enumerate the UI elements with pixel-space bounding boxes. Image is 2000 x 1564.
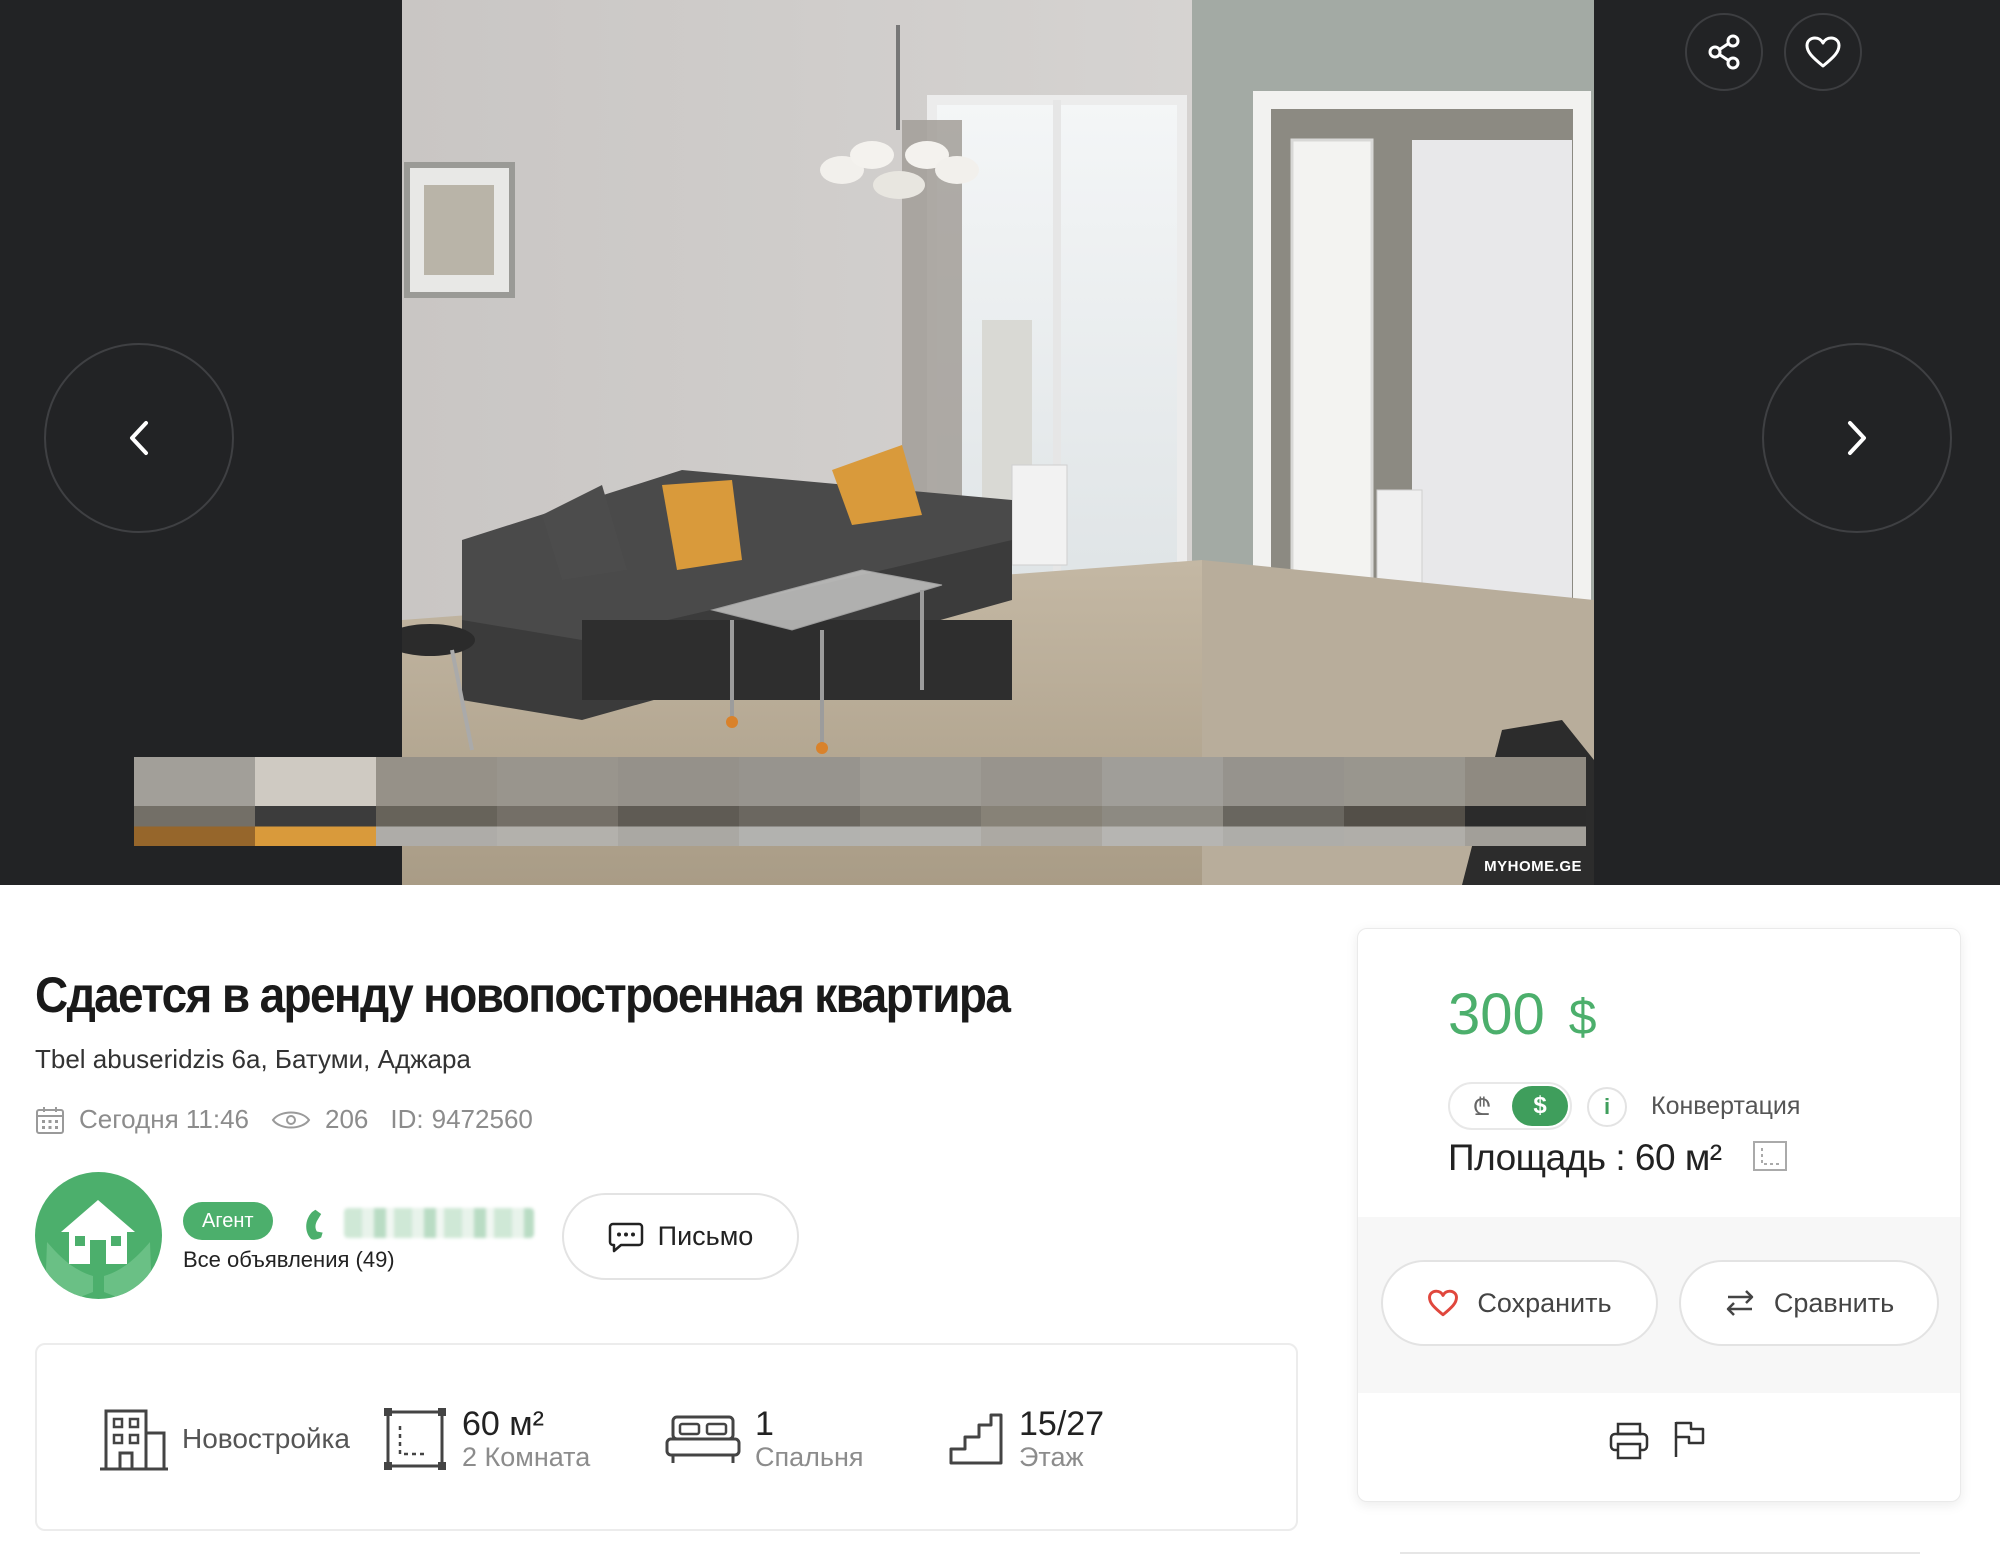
photo-gallery: MYHOME.GE: [0, 0, 2000, 885]
listing-id: ID: 9472560: [390, 1104, 532, 1135]
listing-title: Сдается в аренду новопостроенная квартир…: [35, 967, 1011, 1023]
price: 300 $: [1448, 981, 1597, 1048]
heart-outline-icon: [1428, 1289, 1459, 1317]
compare-arrows-icon: [1726, 1290, 1754, 1316]
price-value: 300: [1448, 982, 1545, 1047]
flag-icon: [1674, 1421, 1705, 1457]
features-box: Новостройка 60 м² 2 Комната 1 Спальня 15…: [35, 1343, 1298, 1531]
currency-gel-option[interactable]: ₾: [1454, 1086, 1510, 1126]
thumbnail-8[interactable]: [981, 757, 1102, 846]
all-ads-link[interactable]: Все объявления (49): [183, 1247, 395, 1273]
listing-meta: Сегодня 11:46 206 ID: 9472560: [35, 1104, 555, 1135]
print-button[interactable]: [1608, 1421, 1650, 1466]
thumbnail-strip: [134, 757, 1588, 846]
compare-button-label: Сравнить: [1773, 1287, 1895, 1318]
conversion-label: Конвертация: [1651, 1092, 1801, 1120]
thumbnail-10[interactable]: [1223, 757, 1344, 846]
area-value: 60 м²: [462, 1405, 544, 1443]
building-type-label: Новостройка: [182, 1423, 350, 1454]
info-icon[interactable]: i: [1587, 1087, 1627, 1127]
agent-badge: Агент: [183, 1202, 273, 1240]
thumbnail-11[interactable]: [1344, 757, 1465, 846]
share-icon: [1708, 34, 1740, 70]
chevron-left-icon: [130, 421, 148, 455]
thumbnail-2[interactable]: [255, 757, 376, 846]
compare-button[interactable]: Сравнить: [1679, 1260, 1939, 1346]
thumbnail-12[interactable]: [1465, 757, 1586, 846]
previous-photo-button[interactable]: [44, 343, 234, 533]
share-button[interactable]: [1685, 13, 1763, 91]
chevron-right-icon: [1848, 421, 1866, 455]
date-text: Сегодня 11:46: [79, 1104, 250, 1134]
floor-value: 15/27: [1019, 1405, 1105, 1443]
floor-label: Этаж: [1019, 1442, 1084, 1472]
stairs-icon: [949, 1413, 1003, 1465]
feature-bedrooms: 1 Спальня: [665, 1345, 864, 1533]
floor-plan-icon: [384, 1408, 446, 1470]
save-button[interactable]: Сохранить: [1381, 1260, 1658, 1346]
feature-building-type: Новостройка: [100, 1345, 350, 1533]
chat-bubble-icon: [608, 1222, 643, 1252]
agent-phone[interactable]: [300, 1206, 534, 1240]
save-button-label: Сохранить: [1477, 1287, 1612, 1318]
currency-usd-option[interactable]: $: [1512, 1086, 1568, 1126]
listing-views: 206: [271, 1104, 368, 1135]
phone-number-hidden[interactable]: [344, 1208, 534, 1238]
listing-date: Сегодня 11:46: [35, 1104, 249, 1135]
id-value: 9472560: [431, 1104, 533, 1134]
eye-icon: [271, 1111, 311, 1128]
main-photo[interactable]: MYHOME.GE: [402, 0, 1594, 885]
feature-floor: 15/27 Этаж: [949, 1345, 1104, 1533]
next-photo-button[interactable]: [1762, 343, 1952, 533]
letter-button[interactable]: Письмо: [562, 1193, 799, 1280]
thumbnail-7[interactable]: [860, 757, 981, 846]
heart-icon: [1805, 36, 1841, 68]
letter-button-label: Письмо: [657, 1221, 754, 1251]
thumbnail-3[interactable]: [376, 757, 497, 846]
house-hands-logo-icon: [45, 1200, 152, 1299]
price-card: 300 $ ₾ $ i Конвертация Площадь : 60 м² …: [1357, 928, 1961, 1502]
area-summary: Площадь : 60 м²: [1448, 1137, 1790, 1179]
thumbnail-4[interactable]: [497, 757, 618, 846]
thumbnail-9[interactable]: [1102, 757, 1223, 846]
bedrooms-label: Спальня: [755, 1442, 864, 1472]
currency-toggle: ₾ $: [1448, 1082, 1572, 1130]
calendar-icon: [36, 1106, 64, 1134]
report-button[interactable]: [1671, 1419, 1707, 1464]
phone-icon: [306, 1209, 323, 1240]
views-count: 206: [325, 1104, 369, 1134]
agent-avatar[interactable]: [35, 1172, 162, 1299]
floor-plan-small-icon: [1752, 1141, 1787, 1171]
thumbnail-6[interactable]: [739, 757, 860, 846]
divider: [1400, 1552, 1920, 1554]
building-icon: [100, 1409, 168, 1471]
id-label: ID:: [390, 1104, 424, 1134]
listing-address: Tbel abuseridzis 6a, Батуми, Аджара: [35, 1044, 471, 1074]
bedrooms-count: 1: [755, 1405, 774, 1443]
area-summary-text: Площадь : 60 м²: [1448, 1137, 1722, 1178]
bed-icon: [665, 1415, 741, 1463]
feature-area: 60 м² 2 Комната: [382, 1345, 590, 1533]
printer-icon: [1609, 1422, 1649, 1460]
watermark-text: MYHOME.GE: [1484, 858, 1582, 875]
thumbnail-5[interactable]: [618, 757, 739, 846]
favorite-button[interactable]: [1784, 13, 1862, 91]
rooms-count: 2 Комната: [462, 1442, 591, 1472]
price-currency: $: [1568, 989, 1597, 1045]
thumbnail-1[interactable]: [134, 757, 255, 846]
